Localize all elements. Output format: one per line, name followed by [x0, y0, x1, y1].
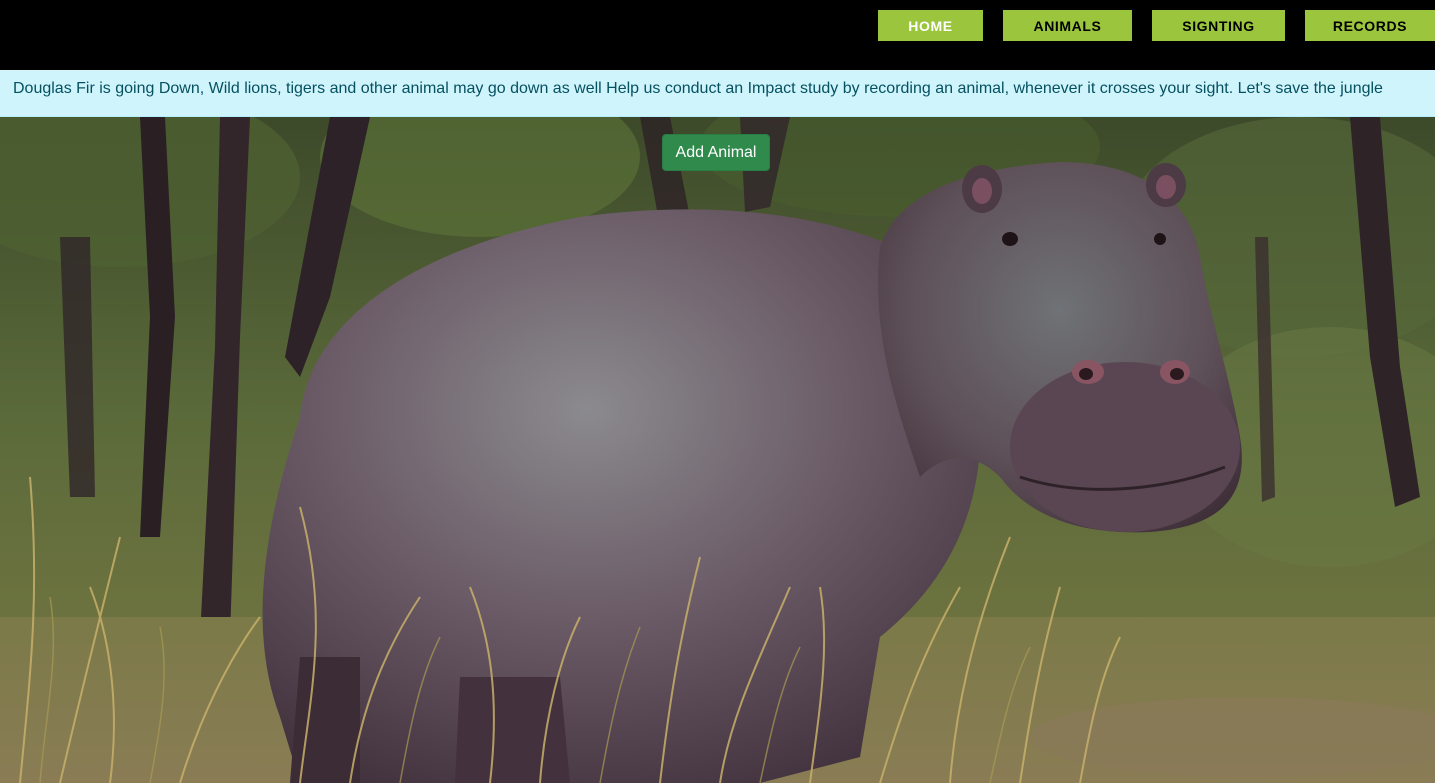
- hippo-scene-illustration: [0, 117, 1435, 783]
- hero-background-image: [0, 117, 1435, 783]
- nav-animals-button[interactable]: ANIMALS: [1003, 10, 1132, 41]
- top-navigation-bar: HOME ANIMALS SIGNTING RECORDS: [0, 0, 1435, 70]
- nav-sighting-button[interactable]: SIGNTING: [1152, 10, 1285, 41]
- info-banner: Douglas Fir is going Down, Wild lions, t…: [0, 70, 1435, 117]
- info-banner-text: Douglas Fir is going Down, Wild lions, t…: [13, 80, 1383, 97]
- nav-records-button[interactable]: RECORDS: [1305, 10, 1435, 41]
- add-animal-button[interactable]: Add Animal: [662, 134, 770, 171]
- nav-home-button[interactable]: HOME: [878, 10, 983, 41]
